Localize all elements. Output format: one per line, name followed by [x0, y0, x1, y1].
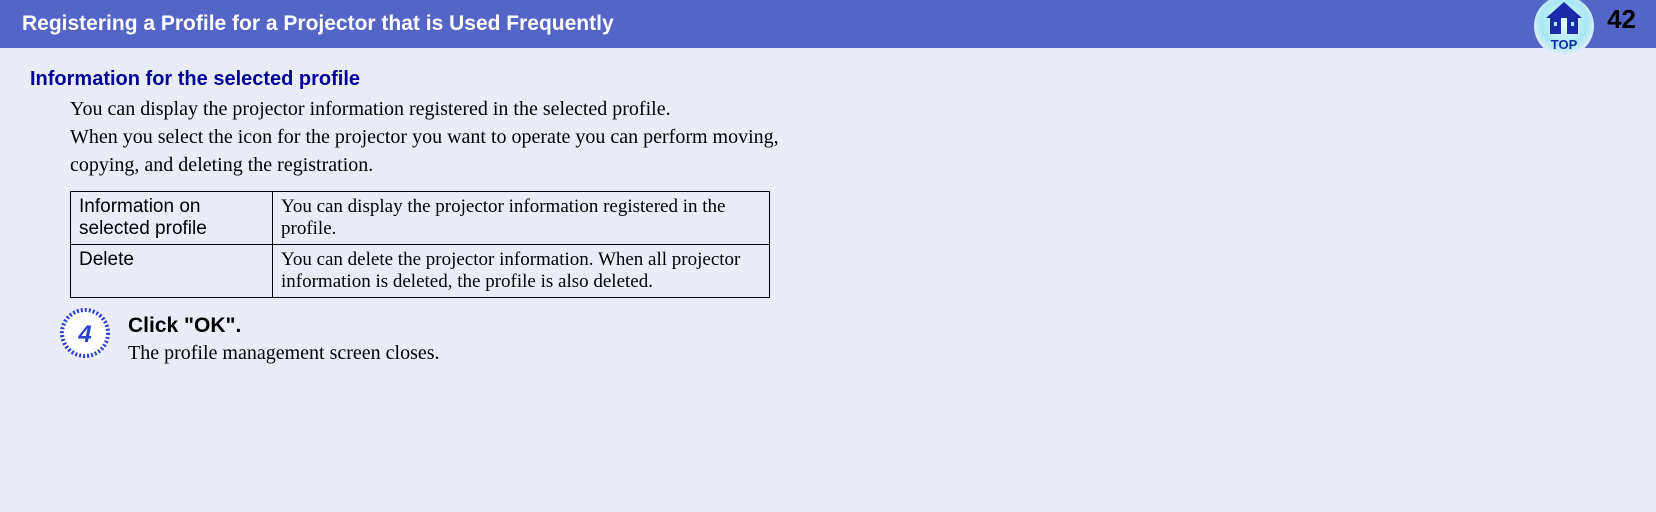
table-row: Delete You can delete the projector info… — [71, 245, 770, 298]
table-cell-desc: You can delete the projector information… — [273, 245, 770, 298]
step-row: 4 Click "OK". The profile management scr… — [60, 308, 790, 365]
header-title: Registering a Profile for a Projector th… — [22, 12, 614, 36]
step-number: 4 — [77, 321, 91, 348]
page-number: 42 — [1607, 4, 1636, 35]
page-header: Registering a Profile for a Projector th… — [0, 0, 1656, 48]
step-text: Click "OK". The profile management scree… — [128, 308, 440, 365]
step-number-badge: 4 — [60, 308, 110, 358]
content-column: Information for the selected profile You… — [0, 48, 820, 365]
step-badge-icon: 4 — [60, 308, 110, 358]
home-top-icon: TOP — [1532, 0, 1596, 58]
table-row: Information on selected profile You can … — [71, 192, 770, 245]
step-title: Click "OK". — [128, 314, 440, 338]
section-heading: Information for the selected profile — [30, 68, 790, 91]
table-cell-label: Delete — [71, 245, 273, 298]
top-link[interactable]: TOP — [1532, 0, 1596, 58]
section-paragraph-1: You can display the projector informatio… — [70, 95, 790, 123]
section-paragraph-2: When you select the icon for the project… — [70, 123, 790, 179]
table-cell-desc: You can display the projector informatio… — [273, 192, 770, 245]
table-cell-label: Information on selected profile — [71, 192, 273, 245]
step-desc: The profile management screen closes. — [128, 342, 440, 365]
info-table: Information on selected profile You can … — [70, 191, 770, 298]
top-label: TOP — [1551, 37, 1578, 52]
